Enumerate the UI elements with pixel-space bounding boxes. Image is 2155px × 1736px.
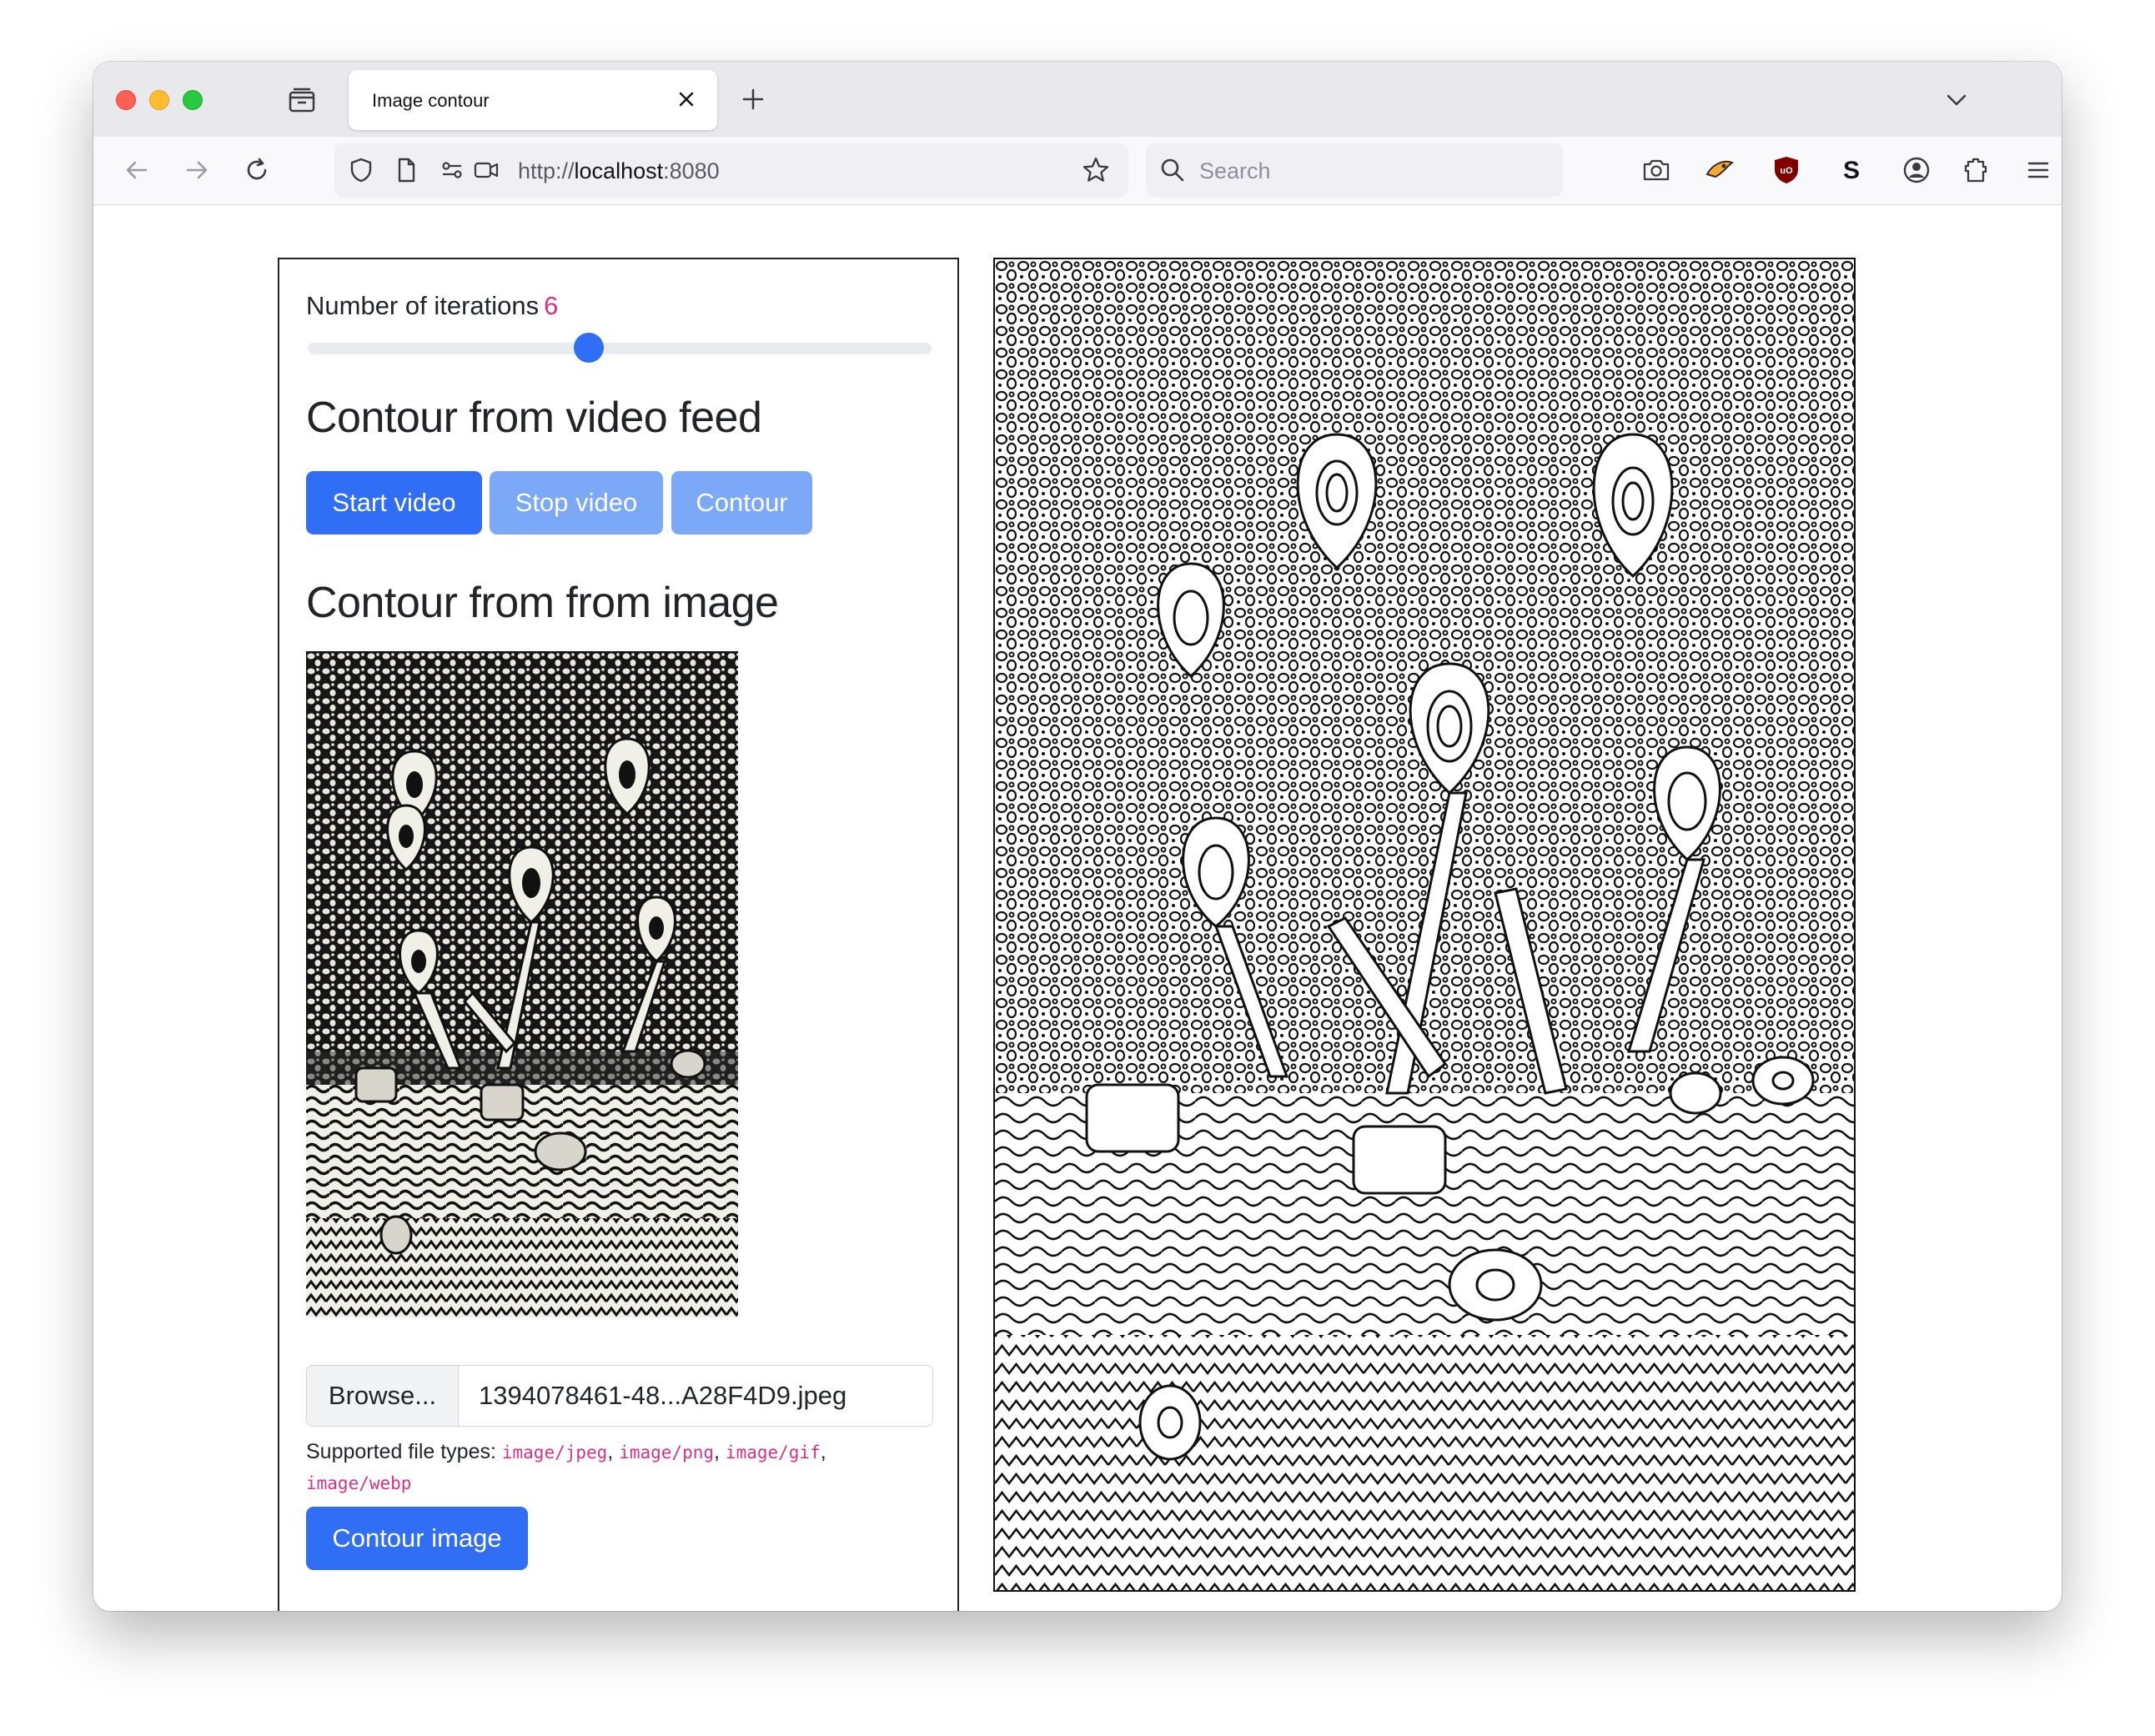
window-minimize-button[interactable] <box>149 90 169 110</box>
iterations-label: Number of iterations 6 <box>306 291 559 320</box>
controls-panel: Number of iterations 6 Contour from video… <box>278 258 959 1611</box>
menu-icon[interactable] <box>2022 153 2055 187</box>
active-tab[interactable]: Image contour <box>349 70 717 130</box>
camera-permission-icon[interactable] <box>470 153 503 187</box>
iterations-value: 6 <box>544 291 559 320</box>
type-webp: image/webp <box>306 1473 412 1493</box>
window-zoom-button[interactable] <box>183 90 203 110</box>
page-icon[interactable] <box>389 153 423 187</box>
browser-window: Image contour http://localhost:8080 Sear… <box>93 62 2062 1611</box>
start-video-button[interactable]: Start video <box>306 471 482 534</box>
browse-button[interactable]: Browse... <box>307 1366 459 1426</box>
contour-result-canvas <box>993 258 1856 1592</box>
extension-fox-icon[interactable] <box>1703 153 1736 187</box>
supported-types-help: Supported file types: image/jpeg, image/… <box>306 1440 826 1493</box>
tab-groups-icon[interactable] <box>287 85 317 115</box>
ublock-icon[interactable]: uO <box>1770 153 1803 187</box>
screenshot-icon[interactable] <box>1640 153 1673 187</box>
type-jpeg: image/jpeg <box>501 1442 608 1463</box>
url-bar[interactable]: http://localhost:8080 <box>334 143 1128 197</box>
shield-icon[interactable] <box>344 153 378 187</box>
reload-icon[interactable] <box>240 153 274 187</box>
search-placeholder: Search <box>1199 158 1271 183</box>
contour-image-button[interactable]: Contour image <box>306 1507 528 1570</box>
s-extension-icon[interactable]: S <box>1835 153 1868 187</box>
source-image <box>306 651 738 1317</box>
type-gif: image/gif <box>725 1442 821 1463</box>
account-icon[interactable] <box>1900 153 1933 187</box>
contour-button[interactable]: Contour <box>671 471 812 534</box>
type-png: image/png <box>619 1442 715 1463</box>
url-text[interactable]: http://localhost:8080 <box>518 158 720 184</box>
search-icon <box>1156 153 1189 187</box>
window-close-button[interactable] <box>116 90 136 110</box>
iterations-slider-thumb[interactable] <box>573 333 604 363</box>
close-icon[interactable] <box>674 87 699 112</box>
forward-arrow-icon[interactable] <box>180 153 213 187</box>
back-arrow-icon[interactable] <box>120 153 153 187</box>
tab-bar: Image contour <box>93 62 2062 137</box>
plus-icon[interactable] <box>737 83 769 115</box>
file-input[interactable]: Browse... 1394078461-48...A28F4D9.jpeg <box>306 1365 933 1427</box>
selected-file-name: 1394078461-48...A28F4D9.jpeg <box>479 1381 847 1410</box>
bookmark-star-icon[interactable] <box>1079 153 1113 187</box>
iterations-slider[interactable] <box>308 343 932 354</box>
tab-title: Image contour <box>372 90 490 111</box>
chevron-down-icon[interactable] <box>1943 87 1970 113</box>
navigation-bar: http://localhost:8080 Search uO S <box>93 137 2062 205</box>
svg-text:S: S <box>1843 157 1860 184</box>
video-heading: Contour from video feed <box>306 394 762 442</box>
extensions-puzzle-icon[interactable] <box>1960 153 1993 187</box>
svg-text:uO: uO <box>1780 166 1793 176</box>
stop-video-button[interactable]: Stop video <box>490 471 663 534</box>
image-heading: Contour from from image <box>306 579 779 627</box>
permissions-icon[interactable] <box>436 153 470 187</box>
search-bar[interactable]: Search <box>1146 143 1563 197</box>
page-content: Number of iterations 6 Contour from video… <box>93 205 2062 1611</box>
